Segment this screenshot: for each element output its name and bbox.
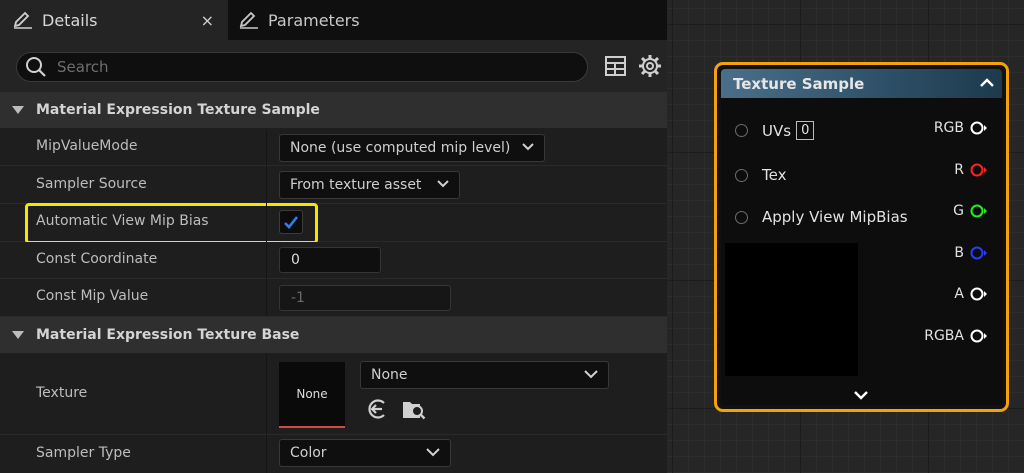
pin-label: UVs bbox=[762, 121, 792, 140]
property-label: Texture bbox=[36, 385, 88, 401]
tab-parameters[interactable]: Parameters bbox=[228, 0, 388, 40]
node-title: Texture Sample bbox=[733, 74, 865, 93]
triangle-down-icon bbox=[12, 106, 24, 114]
input-value: -1 bbox=[291, 290, 305, 306]
property-row-sampler-type: Sampler Type Color bbox=[0, 435, 667, 473]
pin-label: A bbox=[954, 286, 964, 302]
output-pin-rgb[interactable]: RGB bbox=[934, 120, 988, 136]
chevron-down-icon bbox=[437, 180, 449, 188]
close-icon[interactable]: × bbox=[201, 11, 214, 30]
pin-label: RGB bbox=[933, 120, 964, 136]
tab-details-label: Details bbox=[42, 10, 98, 30]
sampler-type-dropdown[interactable]: Color bbox=[279, 439, 451, 467]
input-pin-tex[interactable]: Tex bbox=[735, 166, 786, 184]
column-divider[interactable] bbox=[266, 130, 267, 316]
property-row-mip-value-mode: MipValueMode None (use computed mip leve… bbox=[0, 128, 667, 166]
output-pin-icon[interactable] bbox=[970, 121, 988, 135]
input-pin-apply-view-mipbias[interactable]: Apply View MipBias bbox=[735, 208, 908, 226]
highlight-box bbox=[25, 203, 318, 244]
triangle-down-icon bbox=[12, 331, 24, 339]
output-pin-g[interactable]: G bbox=[953, 203, 988, 219]
pin-circle-icon[interactable] bbox=[735, 210, 748, 224]
tab-bar: Details × Parameters bbox=[0, 0, 667, 40]
browse-icon[interactable] bbox=[402, 398, 426, 420]
expand-icon[interactable] bbox=[854, 391, 868, 400]
section-title: Material Expression Texture Sample bbox=[36, 102, 320, 118]
output-pin-icon[interactable] bbox=[970, 246, 988, 260]
texture-preview bbox=[725, 243, 858, 376]
const-coordinate-input[interactable]: 0 bbox=[279, 247, 381, 273]
pin-label: G bbox=[953, 203, 964, 219]
tab-parameters-label: Parameters bbox=[268, 10, 360, 30]
output-pin-b[interactable]: B bbox=[954, 245, 988, 261]
chevron-down-icon bbox=[584, 370, 598, 379]
pin-label: B bbox=[954, 245, 964, 261]
pin-label: RGBA bbox=[924, 328, 964, 344]
dropdown-value: Color bbox=[290, 445, 327, 461]
pin-label: R bbox=[954, 162, 964, 178]
pin-circle-icon[interactable] bbox=[735, 124, 748, 137]
texture-asset-dropdown[interactable]: None bbox=[360, 361, 609, 389]
gear-icon[interactable] bbox=[638, 54, 662, 78]
tab-details[interactable]: Details × bbox=[0, 0, 228, 40]
output-pin-icon[interactable] bbox=[970, 329, 988, 343]
texture-thumbnail[interactable]: None bbox=[279, 362, 345, 428]
chevron-down-icon bbox=[522, 143, 534, 151]
section-title: Material Expression Texture Base bbox=[36, 327, 300, 343]
pin-label: Apply View MipBias bbox=[762, 208, 908, 226]
grid-icon[interactable] bbox=[605, 56, 626, 76]
uvs-value-field[interactable]: 0 bbox=[796, 121, 815, 140]
search-input[interactable] bbox=[57, 58, 557, 76]
mip-value-mode-dropdown[interactable]: None (use computed mip level) bbox=[279, 134, 545, 162]
section-texture-base[interactable]: Material Expression Texture Base bbox=[0, 317, 667, 353]
property-label: Const Mip Value bbox=[36, 288, 149, 304]
section-texture-sample[interactable]: Material Expression Texture Sample bbox=[0, 92, 667, 128]
chevron-down-icon bbox=[426, 448, 440, 457]
collapse-icon[interactable] bbox=[980, 78, 994, 87]
pencil-icon bbox=[13, 11, 32, 29]
dropdown-value: None bbox=[371, 367, 408, 383]
thumbnail-label: None bbox=[296, 387, 328, 401]
property-label: MipValueMode bbox=[36, 138, 138, 154]
property-label: Sampler Type bbox=[36, 445, 131, 461]
use-selected-icon[interactable] bbox=[366, 398, 388, 420]
details-panel: Details × Parameters Search Material Exp… bbox=[0, 0, 667, 473]
property-row-const-coordinate: Const Coordinate 0 bbox=[0, 242, 667, 279]
property-label: Sampler Source bbox=[36, 176, 147, 192]
property-row-const-mip-value: Const Mip Value -1 bbox=[0, 279, 667, 317]
column-divider[interactable] bbox=[266, 354, 267, 473]
const-mip-value-input: -1 bbox=[279, 285, 451, 311]
output-pin-r[interactable]: R bbox=[954, 162, 988, 178]
output-pin-icon[interactable] bbox=[970, 163, 988, 177]
node-body: Texture Sample UVs 0 Tex Apply View MipB… bbox=[721, 69, 1002, 405]
texture-sample-node[interactable]: Texture Sample UVs 0 Tex Apply View MipB… bbox=[714, 62, 1009, 412]
pencil-icon bbox=[239, 11, 258, 29]
output-pin-a[interactable]: A bbox=[954, 286, 988, 302]
pin-label: Tex bbox=[762, 166, 787, 184]
input-pin-uvs[interactable]: UVs 0 bbox=[735, 121, 815, 140]
pin-circle-icon[interactable] bbox=[735, 168, 748, 182]
output-pin-icon[interactable] bbox=[970, 287, 988, 301]
search-icon bbox=[26, 57, 46, 77]
search-box[interactable] bbox=[16, 52, 588, 82]
input-value: 0 bbox=[291, 252, 300, 268]
dropdown-value: None (use computed mip level) bbox=[290, 140, 511, 156]
dropdown-value: From texture asset bbox=[290, 177, 422, 193]
sampler-source-dropdown[interactable]: From texture asset bbox=[279, 171, 460, 199]
property-row-sampler-source: Sampler Source From texture asset bbox=[0, 166, 667, 204]
output-pin-rgba[interactable]: RGBA bbox=[924, 328, 988, 344]
node-header[interactable]: Texture Sample bbox=[721, 69, 1002, 98]
search-row bbox=[0, 40, 667, 92]
output-pin-icon[interactable] bbox=[970, 204, 988, 218]
property-label: Const Coordinate bbox=[36, 251, 158, 267]
